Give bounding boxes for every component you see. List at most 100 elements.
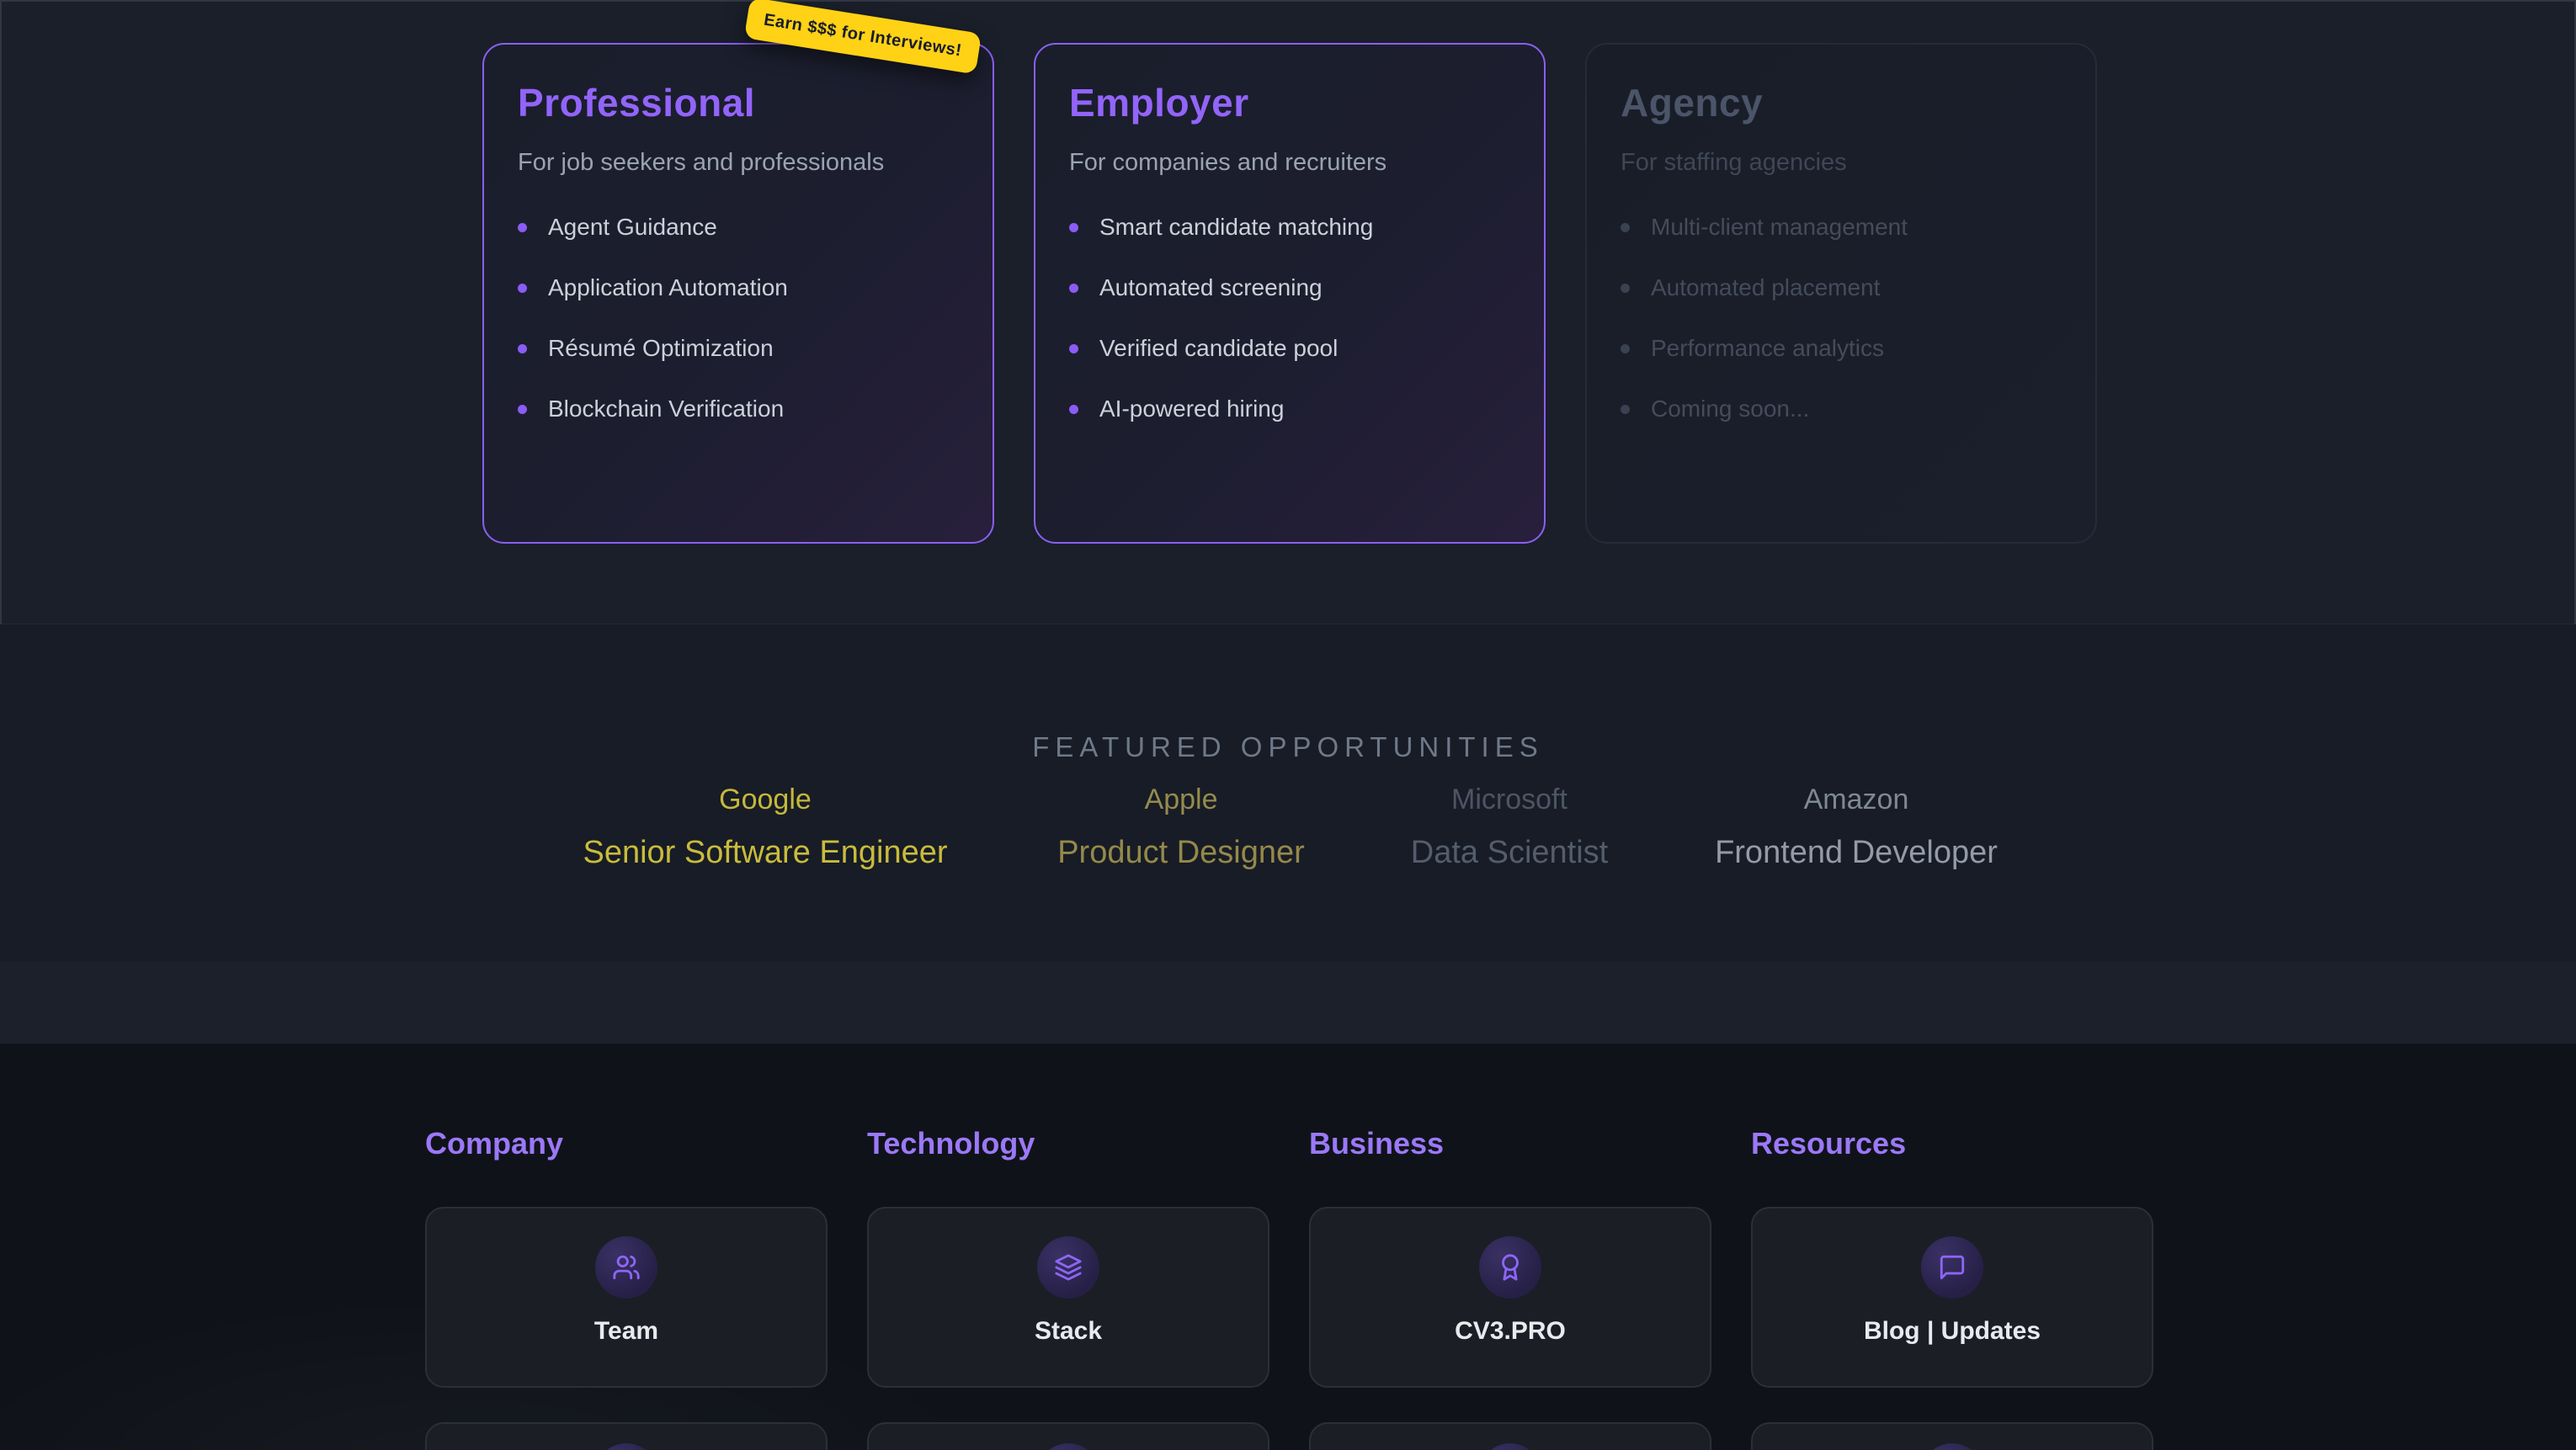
footer-card-partial[interactable] [1751,1422,2153,1450]
job-role: Product Designer [1057,837,1305,868]
icon-circle [1037,1236,1099,1299]
plan-feature-label: Performance analytics [1651,335,1884,362]
plan-feature: Smart candidate matching [1069,197,1510,258]
footer-card-stack[interactable]: Stack [867,1207,1269,1388]
icon-circle [595,1236,657,1299]
plan-feature-label: Automated screening [1099,274,1323,301]
plan-title: Agency [1621,80,2062,125]
plan-feature-label: Coming soon... [1651,396,1809,422]
bullet-dot-icon [1621,344,1630,353]
footer-column-company: Company Team [425,1126,828,1450]
job-listing-apple[interactable]: Apple Product Designer [1057,785,1305,868]
footer-column-resources: Resources Blog | Updates [1751,1126,2153,1450]
plan-card-professional[interactable]: Professional For job seekers and profess… [482,43,994,544]
footer-card-label: Stack [869,1317,1268,1346]
plan-card-employer[interactable]: Employer For companies and recruiters Sm… [1034,43,1546,544]
layers-icon [1054,1253,1083,1282]
footer-card-label: Blog | Updates [1753,1317,2152,1346]
users-icon [612,1253,641,1282]
job-company: Apple [1057,785,1305,814]
plan-description: For companies and recruiters [1069,149,1510,177]
footer-card-label: Team [427,1317,826,1346]
featured-heading: FEATURED OPPORTUNITIES [0,731,2576,763]
plan-card-agency[interactable]: Agency For staffing agencies Multi-clien… [1585,43,2097,544]
footer-card-partial[interactable] [867,1422,1269,1450]
bullet-dot-icon [518,405,527,414]
bullet-dot-icon [1621,405,1630,414]
plan-feature: Blockchain Verification [518,379,959,439]
plan-feature-label: Verified candidate pool [1099,335,1338,362]
footer-card-partial[interactable] [1309,1422,1711,1450]
bullet-dot-icon [1069,284,1078,293]
footer-grid: Company Team [425,1126,2153,1450]
plan-feature: Multi-client management [1621,197,2062,258]
bullet-dot-icon [1069,344,1078,353]
job-listing-microsoft[interactable]: Microsoft Data Scientist [1411,785,1608,868]
job-role: Frontend Developer [1715,837,1998,868]
plan-description: For job seekers and professionals [518,149,959,177]
bullet-dot-icon [1621,223,1630,232]
job-role: Senior Software Engineer [583,837,947,868]
icon-circle [1921,1236,1983,1299]
plan-feature: AI-powered hiring [1069,379,1510,439]
plan-feature: Agent Guidance [518,197,959,258]
featured-section: FEATURED OPPORTUNITIES Google Senior Sof… [0,624,2576,963]
plan-feature-label: Blockchain Verification [548,396,784,422]
divider-band [0,962,2576,1044]
footer-column-technology: Technology Stack [867,1126,1269,1450]
footer-section: Company Team [0,1044,2576,1450]
footer-card-label: CV3.PRO [1311,1317,1710,1346]
plan-feature: Résumé Optimization [518,318,959,379]
footer-card-cv3pro[interactable]: CV3.PRO [1309,1207,1711,1388]
bullet-dot-icon [1621,284,1630,293]
icon-circle [1921,1443,1983,1450]
footer-column-business: Business CV3.PRO [1309,1126,1711,1450]
plan-feature-label: Agent Guidance [548,214,717,241]
plan-cards-row: Professional For job seekers and profess… [482,43,2097,544]
plan-feature: Coming soon... [1621,379,2062,439]
footer-heading: Business [1309,1126,1711,1161]
plan-feature-label: AI-powered hiring [1099,396,1284,422]
plan-feature-label: Automated placement [1651,274,1880,301]
plan-title: Professional [518,80,959,125]
hero-section: Earn $$$ for Interviews! Professional Fo… [0,0,2576,624]
plan-description: For staffing agencies [1621,149,2062,177]
plan-feature: Automated screening [1069,258,1510,318]
job-listing-amazon[interactable]: Amazon Frontend Developer [1715,785,1998,868]
plan-feature: Performance analytics [1621,318,2062,379]
job-company: Amazon [1715,785,1998,814]
bullet-dot-icon [518,344,527,353]
plan-feature-label: Application Automation [548,274,788,301]
bullet-dot-icon [518,223,527,232]
footer-card-blog[interactable]: Blog | Updates [1751,1207,2153,1388]
footer-card-partial[interactable] [425,1422,828,1450]
plan-feature-list: Multi-client management Automated placem… [1621,197,2062,439]
footer-heading: Technology [867,1126,1269,1161]
page: Earn $$$ for Interviews! Professional Fo… [0,0,2576,1450]
job-role: Data Scientist [1411,837,1608,868]
plan-feature-label: Résumé Optimization [548,335,774,362]
icon-circle [595,1443,657,1450]
plan-feature-list: Smart candidate matching Automated scree… [1069,197,1510,439]
plan-feature: Application Automation [518,258,959,318]
award-icon [1496,1253,1525,1282]
plan-feature-list: Agent Guidance Application Automation Ré… [518,197,959,439]
footer-heading: Company [425,1126,828,1161]
footer-card-team[interactable]: Team [425,1207,828,1388]
message-square-icon [1938,1253,1967,1282]
bullet-dot-icon [518,284,527,293]
footer-heading: Resources [1751,1126,2153,1161]
plan-feature: Verified candidate pool [1069,318,1510,379]
plan-title: Employer [1069,80,1510,125]
bullet-dot-icon [1069,223,1078,232]
job-company: Google [583,785,947,814]
icon-circle [1037,1443,1099,1450]
plan-feature: Automated placement [1621,258,2062,318]
plan-feature-label: Multi-client management [1651,214,1908,241]
icon-circle [1479,1236,1541,1299]
icon-circle [1479,1443,1541,1450]
job-company: Microsoft [1411,785,1608,814]
plan-feature-label: Smart candidate matching [1099,214,1373,241]
bullet-dot-icon [1069,405,1078,414]
job-listing-google[interactable]: Google Senior Software Engineer [583,785,947,868]
